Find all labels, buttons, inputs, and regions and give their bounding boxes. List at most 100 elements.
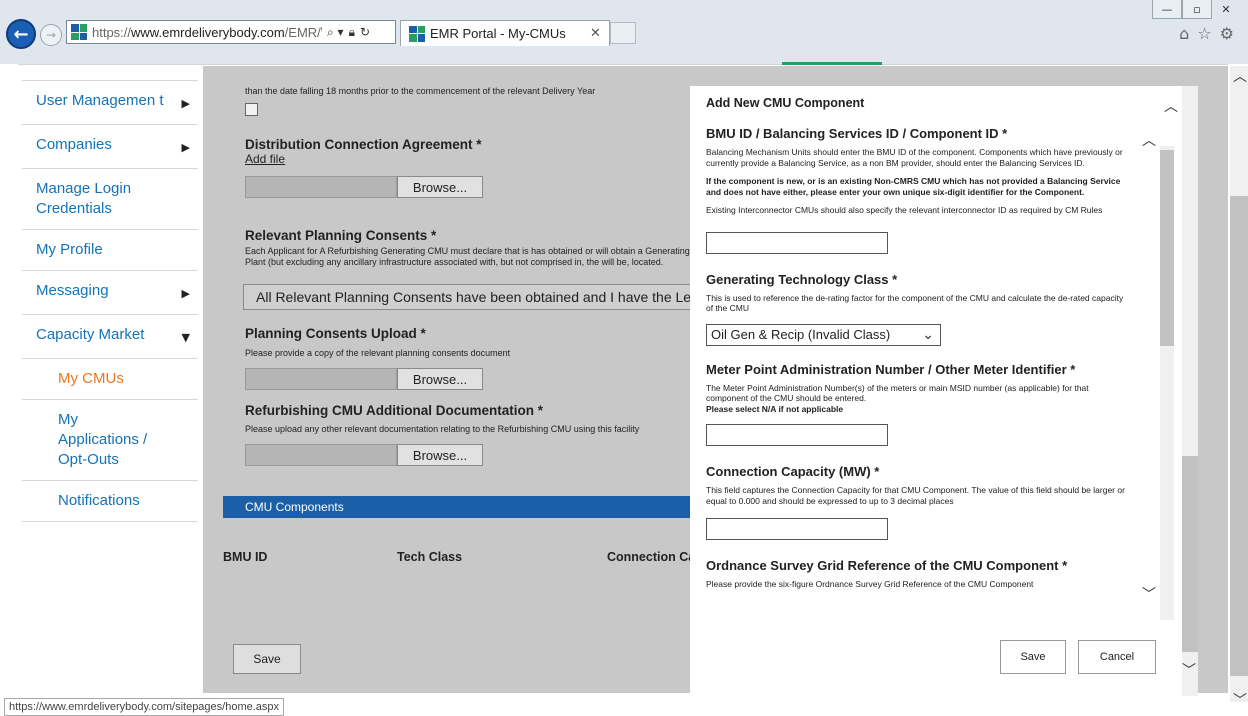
browser-tab[interactable]: EMR Portal - My-CMUs ✕ [400, 20, 610, 46]
sidebar-item-my-profile[interactable]: My Profile [22, 230, 198, 271]
tab-close-icon[interactable]: ✕ [590, 26, 601, 41]
page-scroll-up-icon[interactable]: ︿ [1233, 66, 1247, 86]
add-cmu-component-modal: Add New CMU Component ︿ BMU ID / Balanci… [690, 86, 1182, 696]
modal-scroll-area[interactable]: BMU ID / Balancing Services ID / Compone… [690, 126, 1162, 624]
file-path-field[interactable] [245, 368, 397, 390]
sidebar-item-companies[interactable]: Companies ▶ [22, 125, 198, 169]
column-bmu-id: BMU ID [223, 550, 268, 564]
page-scroll-down-icon[interactable]: ﹀ [1233, 690, 1247, 710]
close-window-button[interactable]: ✕ [1212, 0, 1240, 18]
modal-save-button[interactable]: Save [1000, 640, 1066, 674]
gen-tech-heading: Generating Technology Class * [706, 271, 898, 287]
new-tab-button[interactable] [610, 22, 636, 44]
bmu-id-input[interactable] [706, 231, 888, 254]
modal-content: BMU ID / Balancing Services ID / Compone… [690, 126, 1146, 590]
gen-tech-text: This is used to reference the de-rating … [706, 292, 1124, 314]
upload-text: Please provide a copy of the relevant pl… [245, 348, 511, 358]
modal-cancel-button[interactable]: Cancel [1078, 640, 1156, 674]
refresh-icon[interactable]: ↻ [360, 25, 370, 39]
lock-icon: 🔒︎ [348, 24, 355, 39]
upload-label: Planning Consents Upload * [245, 326, 426, 341]
chevron-up-icon[interactable]: ︿ [1164, 96, 1178, 116]
site-favicon-icon [71, 24, 87, 40]
modal-inner-scrollbar[interactable] [1160, 146, 1174, 620]
sidebar-item-label: Notifications [58, 492, 140, 509]
chevron-right-icon: ▶ [181, 141, 190, 154]
planning-consents-select[interactable]: All Relevant Planning Consents have been… [243, 284, 693, 310]
refurb-text: Please upload any other relevant documen… [245, 424, 640, 434]
refurb-file-input[interactable]: Browse... [245, 444, 483, 466]
cmu-components-bar: CMU Components [223, 496, 693, 518]
sidebar-item-label: Companies [36, 136, 112, 153]
declaration-checkbox[interactable] [245, 103, 258, 116]
distribution-file-input[interactable]: Browse... [245, 176, 483, 198]
sidebar-item-label: Capacity Market [36, 326, 145, 343]
chevron-right-icon: ▶ [181, 287, 190, 300]
sidebar-item-notifications[interactable]: Notifications [22, 481, 198, 522]
maximize-button[interactable]: ▫ [1182, 0, 1212, 19]
page-top-text: than the date falling 18 months prior to… [245, 86, 596, 96]
sidebar-item-label: My Profile [36, 241, 103, 258]
bmu-text-2: Existing Interconnector CMUs should also… [706, 205, 1103, 215]
sidebar-item-capacity-market[interactable]: Capacity Market ▼ [22, 315, 198, 359]
tab-title: EMR Portal - My-CMUs [430, 26, 566, 41]
planning-file-input[interactable]: Browse... [245, 368, 483, 390]
sidebar-item-label: Messaging [36, 282, 109, 299]
browse-button[interactable]: Browse... [397, 444, 483, 466]
sidebar-item-label: My CMUs [58, 370, 124, 387]
planning-label: Relevant Planning Consents * [245, 228, 437, 243]
settings-gear-icon[interactable]: ⚙ [1220, 24, 1234, 43]
url-text: https://www.emrdeliverybody.com/EMR/\ [92, 24, 322, 40]
sidebar-nav: User Managemen t ▶ Companies ▶ Manage Logi… [22, 80, 198, 522]
sidebar-item-label: Manage Login Credentials [36, 180, 132, 217]
modal-outer-scrollbar[interactable] [1182, 86, 1198, 696]
sidebar-item-user-management[interactable]: User Managemen t ▶ [22, 80, 198, 125]
meter-heading: Meter Point Administration Number / Othe… [706, 361, 1076, 377]
page-scrollbar[interactable] [1230, 66, 1248, 702]
column-connection-capacity: Connection Ca [607, 550, 691, 564]
connection-text: This field captures the Connection Capac… [706, 485, 1125, 506]
page-scroll-thumb[interactable] [1230, 196, 1248, 676]
bmu-heading: BMU ID / Balancing Services ID / Compone… [706, 126, 1008, 141]
scroll-down-icon[interactable]: ﹀ [1142, 584, 1156, 604]
forward-button[interactable]: → [40, 24, 62, 46]
back-button[interactable]: ← [6, 19, 36, 49]
sidebar-item-my-applications[interactable]: My Applications / Opt-Outs [22, 400, 198, 481]
file-path-field[interactable] [245, 444, 397, 466]
planning-text: Each Applicant for A Refurbishing Genera… [245, 246, 690, 267]
search-icon[interactable]: ⌕ ▾ [327, 25, 344, 40]
page-save-button[interactable]: Save [233, 644, 301, 674]
home-icon[interactable]: ⌂ [1179, 24, 1189, 43]
browse-button[interactable]: Browse... [397, 368, 483, 390]
distribution-label: Distribution Connection Agreement * [245, 137, 482, 152]
gen-tech-select[interactable]: Oil Gen & Recip (Invalid Class) ⌄ [706, 323, 941, 346]
sidebar-item-label: User Managemen t [36, 92, 164, 109]
connection-heading: Connection Capacity (MW) * [706, 464, 880, 479]
scroll-up-icon[interactable]: ︿ [1142, 130, 1156, 150]
file-path-field[interactable] [245, 176, 397, 198]
favorites-star-icon[interactable]: ☆ [1197, 24, 1211, 43]
chevron-right-icon: ▶ [181, 97, 190, 110]
sidebar-item-manage-login[interactable]: Manage Login Credentials [22, 169, 198, 230]
browse-button[interactable]: Browse... [397, 176, 483, 198]
header-divider [18, 64, 1228, 65]
address-bar[interactable]: https://www.emrdeliverybody.com/EMR/\ ⌕ … [66, 20, 396, 44]
minimize-button[interactable]: — [1152, 0, 1182, 19]
add-file-link[interactable]: Add file [245, 152, 285, 166]
sidebar-item-messaging[interactable]: Messaging ▶ [22, 271, 198, 315]
meter-input[interactable] [706, 424, 888, 446]
bmu-bold-text: If the component is new, or is an existi… [706, 176, 1121, 197]
sidebar-item-my-cmus[interactable]: My CMUs [22, 359, 198, 400]
chevron-down-icon: ▼ [181, 331, 190, 344]
chevron-down-icon: ⌄ [922, 326, 934, 343]
refurb-label: Refurbishing CMU Additional Documentatio… [245, 403, 543, 418]
modal-outer-scroll-thumb[interactable] [1182, 456, 1198, 652]
status-bar-url: https://www.emrdeliverybody.com/sitepage… [4, 698, 285, 716]
browser-tools: ⌂ ☆ ⚙ [1179, 24, 1234, 43]
modal-inner-scroll-thumb[interactable] [1160, 150, 1174, 346]
meter-bold-text: Please select N/A if not applicable [706, 403, 844, 414]
grid-ref-text: Please provide the six-figure Ordnance S… [706, 579, 1034, 589]
chevron-down-icon[interactable]: ﹀ [1182, 660, 1196, 680]
connection-capacity-input[interactable] [706, 518, 888, 540]
grid-ref-heading: Ordnance Survey Grid Reference of the CM… [706, 558, 1068, 573]
